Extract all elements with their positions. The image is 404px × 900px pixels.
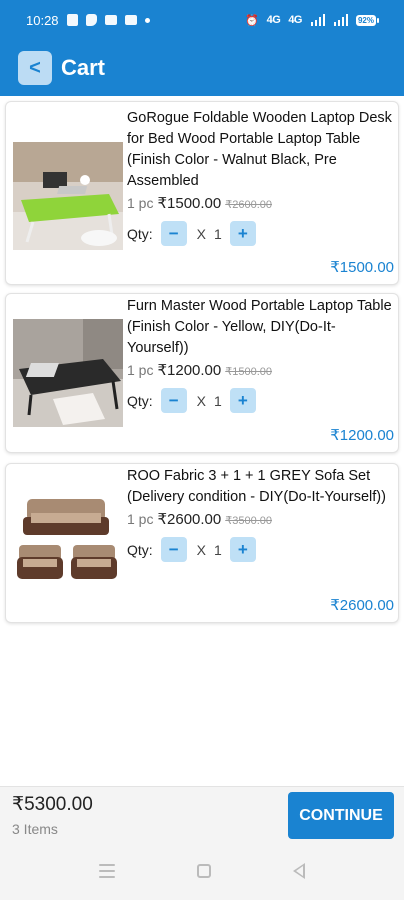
battery-level: 92%: [357, 15, 374, 25]
cart-total: ₹5300.00: [12, 794, 93, 815]
product-title[interactable]: GoRogue Foldable Wooden Laptop Desk for …: [127, 108, 392, 192]
product-image: [13, 142, 123, 250]
item-info: GoRogue Foldable Wooden Laptop Desk for …: [127, 108, 392, 246]
cart-item: GoRogue Foldable Wooden Laptop Desk for …: [5, 101, 399, 285]
status-time: 10:28: [26, 12, 59, 28]
gallery-icon: [124, 15, 137, 25]
qty-label: Qty:: [127, 225, 153, 242]
laptop-table-image: [13, 319, 123, 427]
notes-icon: [66, 14, 78, 26]
dot-icon: [144, 17, 150, 23]
cart-item: Furn Master Wood Portable Laptop Table (…: [5, 293, 399, 453]
item-subtotal: ₹1200.00: [330, 427, 394, 444]
increase-quantity-button[interactable]: +: [229, 388, 256, 413]
product-title[interactable]: Furn Master Wood Portable Laptop Table (…: [127, 296, 392, 359]
status-bar: 10:28 ⏰ 4G 4G 92%: [0, 0, 404, 40]
minus-icon: −: [168, 539, 179, 559]
status-right: ⏰ 4G 4G 92%: [245, 14, 379, 27]
volte-icon: 4G: [288, 14, 302, 26]
phone-icon: [85, 14, 97, 26]
home-icon[interactable]: [197, 864, 211, 878]
sofa-set-image: [13, 489, 123, 597]
times-label: X: [196, 392, 207, 409]
plus-icon: +: [237, 539, 248, 559]
quantity-stepper: Qty: − X 1 +: [127, 221, 392, 246]
plus-icon: +: [237, 390, 248, 410]
quantity-stepper: Qty: − X 1 +: [127, 388, 392, 413]
page-title: Cart: [61, 55, 106, 80]
qty-label: Qty:: [127, 392, 153, 409]
quantity-value: 1: [214, 541, 222, 558]
product-title[interactable]: ROO Fabric 3 + 1 + 1 GREY Sofa Set (Deli…: [127, 466, 392, 508]
checkout-footer: ₹5300.00 3 Items CONTINUE: [0, 786, 404, 842]
original-price: ₹2600.00: [225, 199, 272, 211]
wifi-signal-icon: [311, 14, 325, 26]
price-row: 1 pc ₹1200.00 ₹1500.00: [127, 361, 392, 379]
item-info: ROO Fabric 3 + 1 + 1 GREY Sofa Set (Deli…: [127, 466, 392, 562]
item-subtotal: ₹2600.00: [330, 597, 394, 614]
unit-label: 1 pc: [127, 362, 154, 378]
price-row: 1 pc ₹2600.00 ₹3500.00: [127, 510, 392, 528]
battery-icon: 92%: [356, 14, 379, 26]
cart-item: ROO Fabric 3 + 1 + 1 GREY Sofa Set (Deli…: [5, 463, 399, 623]
recents-icon[interactable]: [99, 864, 115, 878]
price: ₹1200.00: [157, 362, 222, 379]
cell-signal-icon: [334, 14, 348, 26]
decrease-quantity-button[interactable]: −: [160, 221, 187, 246]
alarm-icon: ⏰: [245, 14, 259, 27]
item-subtotal: ₹1500.00: [330, 259, 394, 276]
price-row: 1 pc ₹1500.00 ₹2600.00: [127, 194, 392, 212]
back-button[interactable]: <: [18, 51, 52, 85]
price: ₹1500.00: [157, 195, 222, 212]
cart-list[interactable]: GoRogue Foldable Wooden Laptop Desk for …: [0, 96, 404, 786]
unit-label: 1 pc: [127, 511, 154, 527]
quantity-value: 1: [214, 392, 222, 409]
chevron-left-icon: <: [29, 56, 41, 79]
decrease-quantity-button[interactable]: −: [160, 388, 187, 413]
laptop-desk-image: [13, 142, 123, 250]
decrease-quantity-button[interactable]: −: [160, 537, 187, 562]
times-label: X: [196, 541, 207, 558]
increase-quantity-button[interactable]: +: [229, 537, 256, 562]
continue-button[interactable]: CONTINUE: [288, 792, 394, 839]
price: ₹2600.00: [157, 511, 222, 528]
item-count: 3 Items: [12, 821, 58, 837]
quantity-value: 1: [214, 225, 222, 242]
product-image: [13, 489, 123, 597]
unit-label: 1 pc: [127, 195, 154, 211]
minus-icon: −: [168, 223, 179, 243]
system-nav-bar: [0, 842, 404, 900]
item-info: Furn Master Wood Portable Laptop Table (…: [127, 296, 392, 413]
plus-icon: +: [237, 223, 248, 243]
quantity-stepper: Qty: − X 1 +: [127, 537, 392, 562]
volte-icon: 4G: [266, 14, 281, 26]
qty-label: Qty:: [127, 541, 153, 558]
status-left: 10:28: [26, 13, 150, 28]
times-label: X: [196, 225, 207, 242]
chat-icon: [104, 15, 117, 25]
product-image: [13, 319, 123, 427]
app-bar: < Cart: [0, 40, 404, 96]
minus-icon: −: [168, 390, 179, 410]
back-icon[interactable]: [293, 863, 305, 879]
increase-quantity-button[interactable]: +: [229, 221, 256, 246]
original-price: ₹3500.00: [225, 515, 272, 527]
original-price: ₹1500.00: [225, 366, 272, 378]
